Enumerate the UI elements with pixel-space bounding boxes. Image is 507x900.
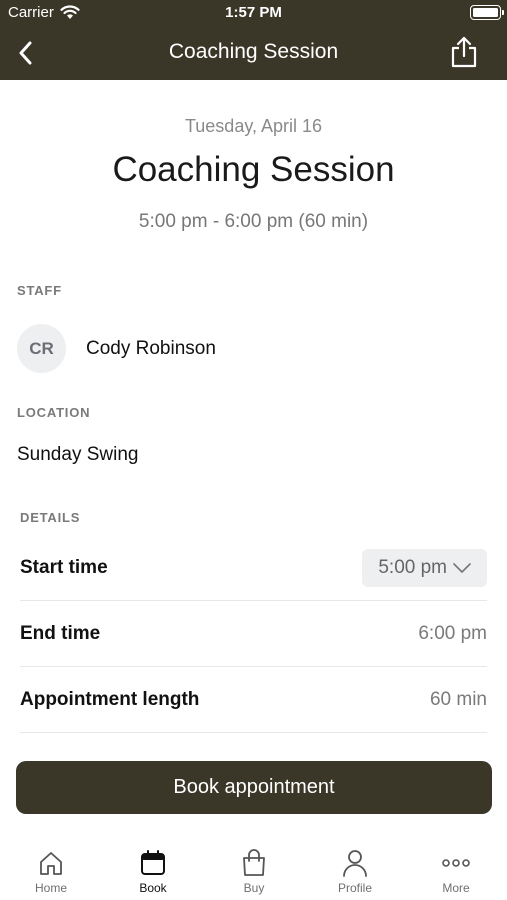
tab-book-label: Book: [139, 881, 167, 895]
staff-name: Cody Robinson: [86, 338, 216, 359]
status-bar: Carrier 1:57 PM: [0, 0, 507, 26]
end-time-row: End time 6:00 pm: [20, 601, 487, 667]
back-button[interactable]: [10, 38, 40, 68]
share-icon: [451, 36, 477, 68]
tab-home[interactable]: Home: [11, 833, 91, 900]
tab-home-label: Home: [34, 881, 67, 895]
share-button[interactable]: [449, 35, 479, 69]
nav-title: Coaching Session: [168, 40, 339, 63]
chevron-down-icon: [453, 562, 471, 573]
book-appointment-button[interactable]: Book appointment: [16, 761, 492, 814]
session-title: Coaching Session: [112, 150, 395, 189]
end-time-label: End time: [20, 622, 101, 644]
start-time-label: Start time: [20, 556, 108, 578]
end-time-value: 6:00 pm: [418, 622, 487, 644]
tab-bar: Home Book Buy Profile More: [0, 833, 507, 900]
person-icon: [343, 850, 367, 877]
avatar: CR: [17, 324, 66, 373]
details-section-label: DETAILS: [20, 510, 81, 525]
start-time-value: 5:00 pm: [378, 556, 447, 578]
home-icon: [40, 852, 62, 875]
tab-profile[interactable]: Profile: [315, 833, 395, 900]
appointment-length-label: Appointment length: [20, 688, 200, 710]
appointment-length-value: 60 min: [429, 688, 487, 710]
location-section-label: LOCATION: [17, 405, 91, 420]
location-name: Sunday Swing: [17, 444, 139, 465]
nav-bar: Coaching Session: [0, 26, 507, 80]
battery-icon: [470, 5, 504, 20]
tab-profile-label: Profile: [337, 881, 372, 895]
staff-section-label: STAFF: [17, 283, 62, 298]
tab-more[interactable]: More: [416, 833, 496, 900]
session-date: Tuesday, April 16: [184, 116, 323, 136]
calendar-icon: [141, 850, 165, 875]
start-time-row: Start time 5:00 pm: [20, 535, 487, 601]
tab-buy-label: Buy: [243, 881, 265, 895]
shopping-bag-icon: [243, 849, 265, 876]
tab-more-label: More: [442, 881, 470, 895]
tab-book[interactable]: Book: [113, 833, 193, 900]
start-time-picker[interactable]: 5:00 pm: [362, 548, 487, 587]
tab-buy[interactable]: Buy: [214, 833, 294, 900]
session-time-range: 5:00 pm - 6:00 pm (60 min): [138, 211, 369, 232]
more-dots-icon: [442, 859, 470, 867]
appointment-length-row: Appointment length 60 min: [20, 667, 487, 733]
chevron-left-icon: [19, 41, 32, 65]
status-time: 1:57 PM: [225, 4, 282, 21]
